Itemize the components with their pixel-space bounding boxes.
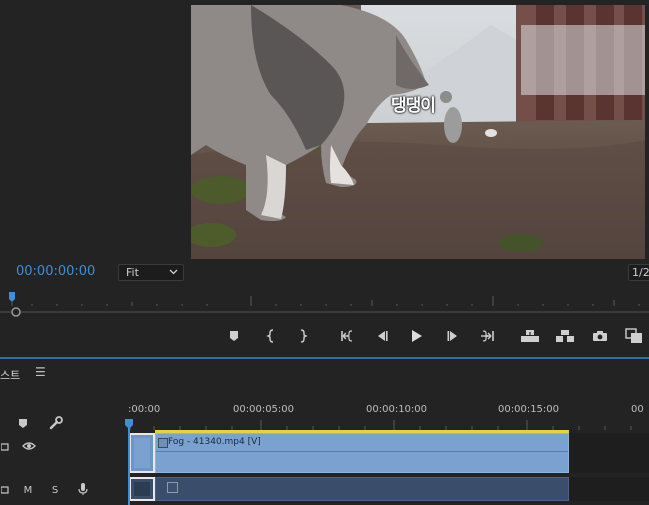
audio-transition[interactable] (129, 477, 155, 501)
play-icon (412, 330, 422, 342)
video-preview[interactable]: 댕댕이 (191, 5, 645, 259)
lift-icon (521, 330, 539, 342)
timeline-playhead[interactable] (128, 420, 130, 505)
ruler-label-15s: 00:00:15:00 (498, 404, 560, 415)
video-frame (191, 5, 645, 259)
mark-in-icon (266, 329, 274, 343)
zoom-level-value: Fit (126, 266, 139, 279)
wrench-icon[interactable] (48, 415, 64, 431)
go-to-in-button[interactable] (337, 322, 359, 350)
zoom-level-select[interactable]: Fit (118, 264, 184, 281)
extract-button[interactable] (554, 322, 576, 350)
video-track-sync-icon[interactable] (0, 440, 10, 454)
timeline-playhead-handle-icon[interactable] (125, 419, 133, 429)
mark-out-button[interactable] (292, 322, 314, 350)
compare-icon (625, 328, 642, 343)
video-transition[interactable] (129, 433, 155, 473)
solo-track-button[interactable]: S (48, 483, 62, 497)
add-marker-icon[interactable] (16, 416, 30, 430)
playhead-timecode[interactable]: 00:00:00:00 (16, 264, 95, 279)
playhead-marker-icon[interactable] (9, 292, 15, 302)
step-back-icon (378, 331, 388, 341)
lift-button[interactable] (519, 322, 541, 350)
video-clip[interactable]: Fog - 41340.mp4 [V] (155, 433, 569, 473)
ruler-label-20s: 00 (631, 404, 644, 415)
add-marker-button[interactable] (223, 322, 245, 350)
audio-clip[interactable] (155, 477, 569, 501)
camera-icon (593, 331, 607, 341)
timeline-tab[interactable]: 스트 (0, 367, 20, 383)
mark-out-icon (300, 329, 308, 343)
play-button[interactable] (406, 322, 428, 350)
resolution-value: 1/2 (632, 266, 649, 279)
mark-in-button[interactable] (260, 322, 282, 350)
panel-menu-icon[interactable]: ☰ (35, 365, 46, 379)
export-frame-button[interactable] (589, 322, 611, 350)
monitor-zoom-scrollbar[interactable] (0, 306, 649, 318)
eye-icon[interactable] (20, 439, 38, 453)
playback-resolution-select[interactable]: 1/2 (628, 264, 649, 281)
step-back-button[interactable] (371, 322, 393, 350)
marker-icon (230, 331, 238, 341)
video-clip-title: Fog - 41340.mp4 [V] (168, 437, 261, 447)
subtitle-caption: 댕댕이 (391, 96, 436, 116)
audio-track-sync-icon[interactable] (0, 483, 10, 497)
microphone-icon[interactable] (75, 481, 91, 497)
extract-icon (556, 330, 574, 342)
ruler-label-10s: 00:00:10:00 (366, 404, 428, 415)
compare-view-button[interactable] (623, 322, 645, 350)
fx-badge-icon (167, 482, 178, 493)
chevron-down-icon (169, 269, 178, 275)
go-to-out-icon (481, 330, 494, 342)
step-forward-icon (447, 331, 457, 341)
scrollbar-handle[interactable] (11, 307, 21, 317)
ruler-label-5s: 00:00:05:00 (233, 404, 295, 415)
fx-badge-icon (158, 438, 168, 448)
go-to-in-icon (341, 330, 353, 342)
ruler-label-0: :00:00 (128, 404, 161, 415)
transport-controls (0, 322, 649, 352)
go-to-out-button[interactable] (476, 322, 498, 350)
mute-track-button[interactable]: M (21, 483, 35, 497)
step-forward-button[interactable] (442, 322, 464, 350)
